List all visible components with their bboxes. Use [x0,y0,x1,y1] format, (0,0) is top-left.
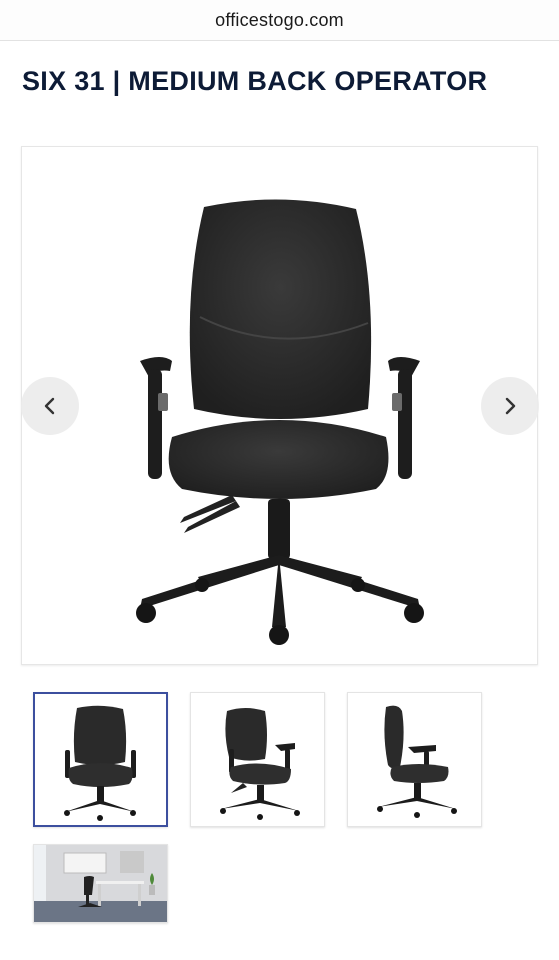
chevron-right-icon [505,397,516,415]
chevron-left-icon [44,397,55,415]
gallery-next-button[interactable] [481,377,539,435]
url-text: officestogo.com [215,9,344,30]
main-product-image[interactable] [21,146,538,665]
chair-angle-thumbnail [220,708,300,820]
thumbnail-office-scene[interactable] [33,844,168,923]
thumbnail-side[interactable] [347,692,482,827]
product-title: SIX 31 | MEDIUM BACK OPERATOR [22,66,488,96]
thumbnail-front[interactable] [33,692,168,827]
office-scene-thumbnail [34,845,167,922]
browser-address-bar[interactable]: officestogo.com [0,0,559,41]
gallery-prev-button[interactable] [21,377,79,435]
chair-front-thumbnail [64,705,136,821]
chair-front-illustration [136,199,424,645]
chair-side-thumbnail [377,705,457,818]
thumbnail-three-quarter[interactable] [190,692,325,827]
